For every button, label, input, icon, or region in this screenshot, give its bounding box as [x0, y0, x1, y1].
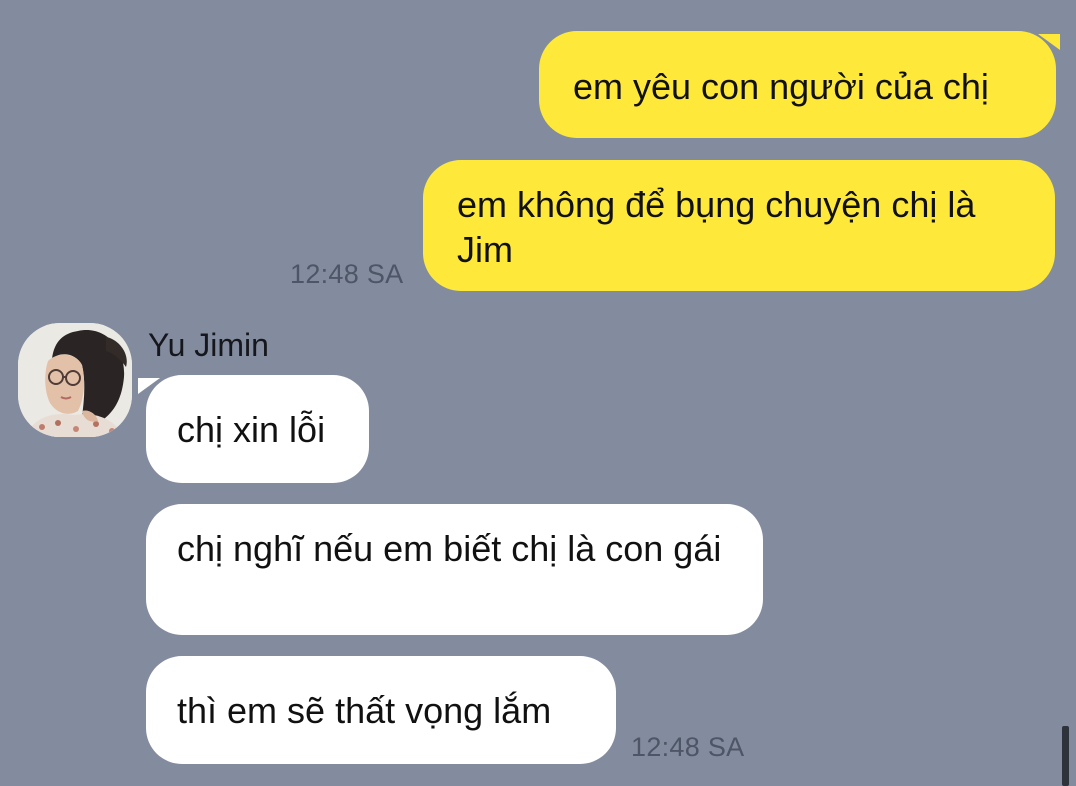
outgoing-message-bubble[interactable]: em không để bụng chuyện chị là Jim: [423, 160, 1055, 291]
message-text: thì em sẽ thất vọng lắm: [177, 690, 552, 731]
outgoing-message-bubble[interactable]: em yêu con người của chị: [539, 31, 1056, 138]
scrollbar-thumb[interactable]: [1062, 726, 1069, 786]
message-timestamp: 12:48 SA: [290, 259, 404, 289]
incoming-message-bubble[interactable]: chị xin lỗi: [146, 375, 369, 483]
message-text: em yêu con người của chị: [573, 66, 989, 107]
message-text: chị xin lỗi: [177, 409, 326, 450]
avatar-photo-icon: [18, 323, 132, 437]
message-text: chị nghĩ nếu em biết chị là con gái: [177, 528, 722, 569]
contact-name: Yu Jimin: [148, 327, 269, 363]
message-timestamp: 12:48 SA: [631, 732, 745, 762]
incoming-message-bubble[interactable]: chị nghĩ nếu em biết chị là con gái: [146, 504, 763, 635]
chat-area: em yêu con người của chị em không để bụn…: [0, 0, 1076, 786]
contact-avatar[interactable]: [18, 323, 132, 437]
message-text: em không để bụng chuyện chị là Jim: [457, 184, 976, 270]
incoming-message-bubble[interactable]: thì em sẽ thất vọng lắm: [146, 656, 616, 764]
